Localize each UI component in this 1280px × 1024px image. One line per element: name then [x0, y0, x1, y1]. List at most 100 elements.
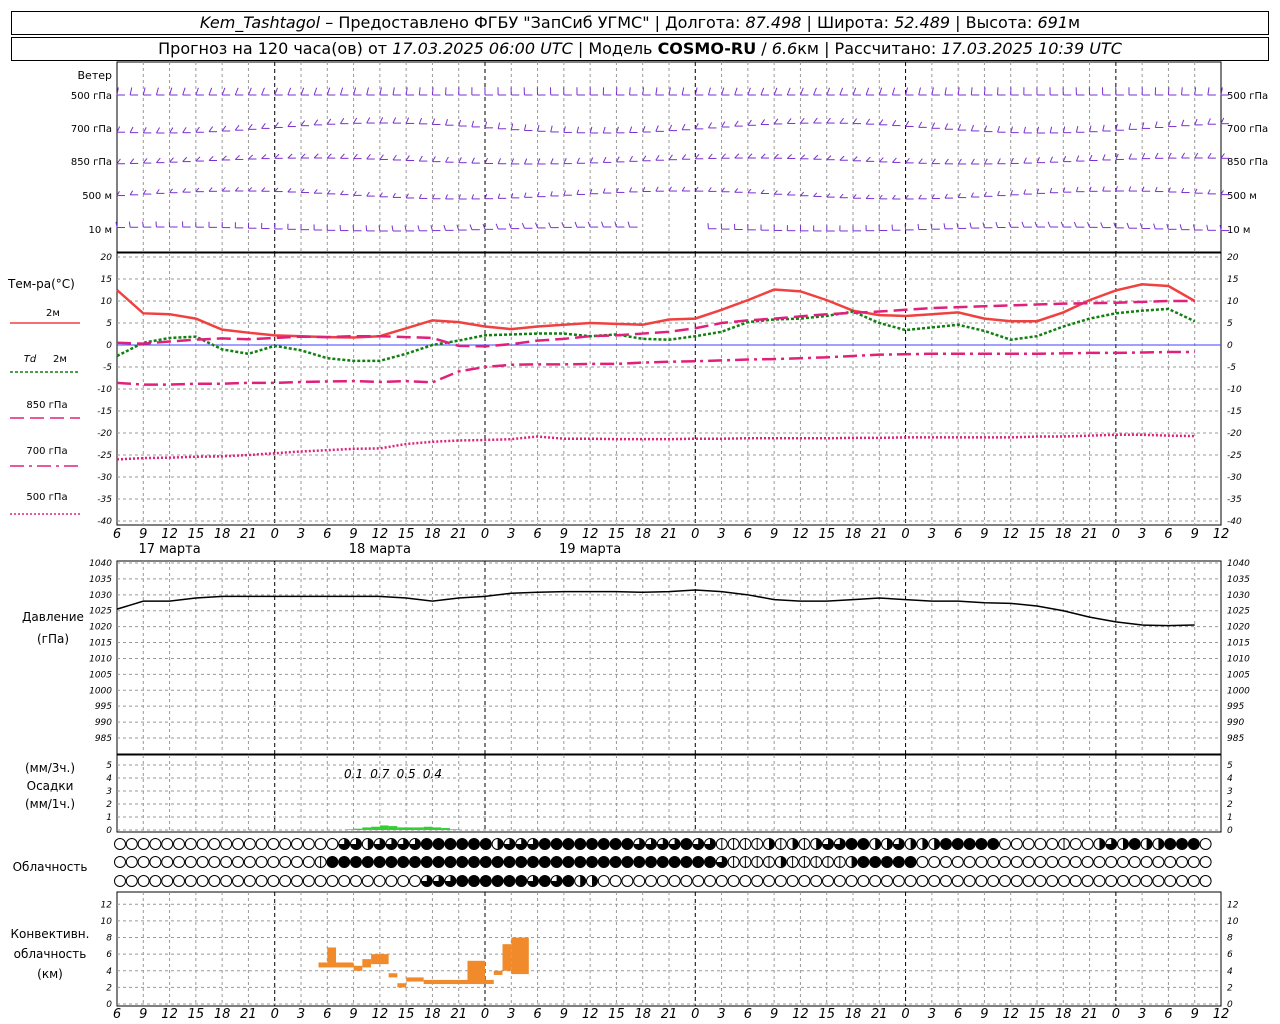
cloud-circle: [184, 875, 197, 887]
cloud-circle: [302, 856, 315, 868]
temp-series-0: [116, 283, 1196, 339]
press-tick-right: 1000: [1227, 686, 1250, 696]
wind-barb: [261, 123, 266, 129]
wind-barb: [248, 154, 254, 160]
cloud-cover-icon: [692, 838, 705, 850]
wind-barb: [800, 191, 805, 197]
cloud-circle: [656, 875, 669, 887]
conv-bar: [353, 965, 363, 971]
cloud-circle: [1117, 875, 1129, 887]
cloud-cover-icon: [1164, 875, 1177, 887]
wind-barb: [182, 87, 186, 96]
cloud-fill: [468, 875, 480, 887]
wind-barb: [629, 126, 633, 133]
cloud-cover-icon: [161, 875, 174, 887]
cloud-circle: [928, 856, 941, 868]
wind-barb: [1220, 153, 1225, 159]
wind-barb: [944, 87, 947, 96]
conv-tick-left: 10: [101, 917, 113, 927]
press-tick-right: 1010: [1227, 654, 1250, 664]
cloud-circle: [916, 856, 929, 868]
cloud-cover-icon: [361, 838, 374, 850]
temp-tick-right: -40: [1227, 517, 1242, 527]
conv-bar: [318, 962, 328, 968]
wind-barb: [208, 187, 213, 192]
wind-barb: [392, 154, 397, 161]
precip-value-label: 0.1: [344, 767, 363, 781]
cloud-fill: [562, 875, 574, 887]
cloud-fill: [574, 838, 586, 850]
hour-tick-label: 6: [323, 1007, 331, 1022]
hour-tick-label: 6: [323, 527, 331, 542]
hour-tick-label: 18: [214, 1007, 231, 1022]
cloud-circle: [751, 875, 764, 887]
cloud-circle: [1140, 875, 1153, 887]
wind-barb: [1049, 156, 1053, 163]
wind-level-label-right: 10 м: [1227, 225, 1250, 236]
precip-tick-right: 1: [1227, 813, 1233, 823]
legend-t2m: 2м: [46, 308, 60, 319]
cloud-cover-icon: [1199, 838, 1212, 850]
cloud-fill: [397, 856, 409, 868]
cloud-cover-icon: [892, 875, 905, 887]
cloud-fill: [515, 875, 527, 887]
cloud-fill: [869, 856, 881, 868]
wind-barb: [891, 87, 896, 96]
hour-tick-label: 0: [901, 1007, 909, 1022]
cloud-cover-icon: [220, 875, 233, 887]
wind-barb: [760, 119, 766, 125]
conv-tick-right: 8: [1227, 934, 1233, 944]
wind-barb: [1181, 87, 1183, 96]
cloud-cover-icon: [468, 875, 480, 887]
cloud-fill: [1099, 838, 1105, 850]
wind-barb: [786, 190, 791, 196]
hour-tick-label: 18: [1055, 527, 1072, 542]
cloud-circle: [1093, 875, 1106, 887]
cloud-cover-icon: [173, 856, 185, 868]
cloud-cover-icon: [987, 838, 1000, 850]
wind-barb: [261, 87, 265, 96]
cloud-circle: [1069, 856, 1082, 868]
wind-barb: [655, 186, 659, 192]
wind-barb: [997, 158, 1001, 164]
hour-tick-label: 0: [901, 527, 909, 542]
temp-tick-left: 10: [101, 297, 113, 307]
wind-barb: [340, 153, 345, 159]
cloud-cover-icon: [763, 875, 775, 887]
conv-bar: [388, 973, 398, 978]
cloud-cover-icon: [550, 838, 563, 850]
precip-tick-left: 3: [106, 787, 112, 797]
temp-tick-left: -10: [97, 385, 112, 395]
wind-barb: [629, 187, 633, 193]
cloud-cover-icon: [881, 875, 893, 887]
cloud-cover-icon: [291, 838, 303, 850]
wind-barb: [142, 221, 144, 228]
wind-barb: [155, 87, 159, 96]
cloud-circle: [904, 875, 917, 887]
cloud-cover-icon: [456, 838, 469, 850]
cloud-circle: [1164, 875, 1177, 887]
press-tick-right: 1040: [1227, 559, 1250, 569]
cloud-circle: [1010, 838, 1023, 850]
cloud-circle: [975, 856, 988, 868]
wind-barb: [497, 122, 501, 129]
hour-tick-label: 21: [240, 527, 257, 542]
cloud-circle: [184, 856, 197, 868]
conv-tick-right: 12: [1227, 900, 1239, 910]
cloud-circle: [916, 875, 929, 887]
wind-barb: [353, 191, 357, 196]
hour-tick-label: 12: [1002, 1007, 1019, 1022]
cloud-cover-icon: [1176, 856, 1188, 868]
wind-barb: [392, 87, 395, 96]
cloud-fill: [433, 856, 445, 868]
day-label: 18 марта: [349, 542, 411, 557]
cloud-cover-icon: [609, 856, 622, 868]
cloud-cover-icon: [491, 838, 504, 850]
cloud-cover-icon: [810, 838, 823, 850]
wind-barb: [391, 225, 394, 232]
hour-tick-label: 15: [398, 527, 415, 542]
wind-barb: [300, 153, 306, 159]
cloud-cover-icon: [1105, 838, 1118, 850]
hour-tick-label: 3: [507, 1007, 515, 1022]
cloud-cover-icon: [904, 875, 917, 887]
